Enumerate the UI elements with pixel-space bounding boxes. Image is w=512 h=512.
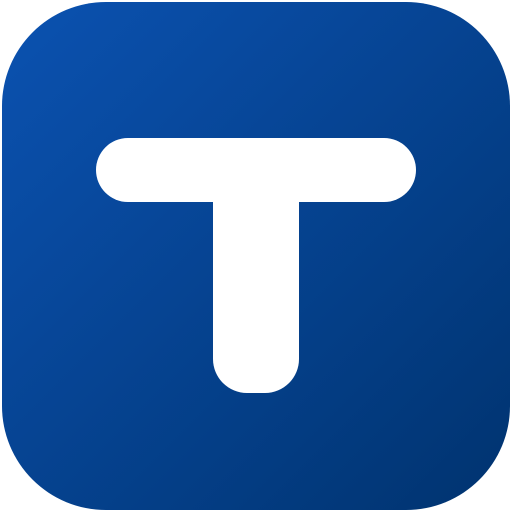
app-icon bbox=[2, 2, 510, 510]
t-letter-stem bbox=[213, 150, 299, 393]
